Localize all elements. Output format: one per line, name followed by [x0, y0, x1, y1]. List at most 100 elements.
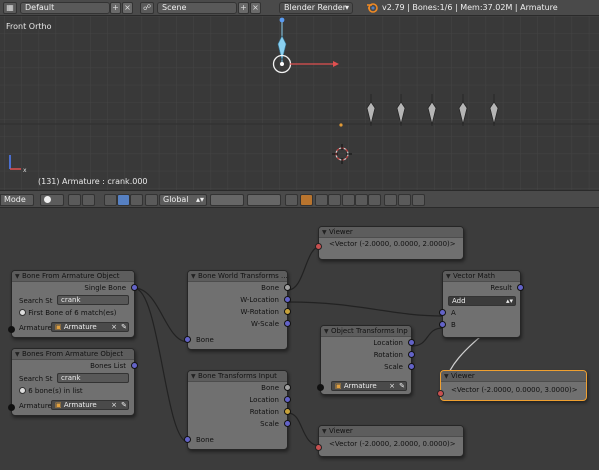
rotation-output-socket[interactable]: [284, 408, 291, 415]
collapse-arrow-icon[interactable]: ▼: [322, 426, 327, 436]
viewer-value: <Vector (-2.0000, 0.0000, 2.0000)>: [329, 240, 456, 248]
bone-input-socket[interactable]: [184, 336, 191, 343]
scene-icon[interactable]: ☍: [140, 2, 154, 14]
output-row-location: Location: [321, 337, 415, 349]
operation-value: Add: [452, 297, 466, 305]
orientation-selector[interactable]: Global ▴▾: [159, 194, 207, 206]
opengl-render-icon[interactable]: [368, 194, 381, 206]
editor-type-icon[interactable]: ▦: [3, 2, 17, 14]
clear-icon[interactable]: ×: [111, 401, 117, 409]
snap-element-icon[interactable]: [328, 194, 341, 206]
viewer-input-socket[interactable]: [315, 243, 322, 250]
collapse-arrow-icon[interactable]: ▼: [191, 371, 196, 381]
add-layout-button[interactable]: +: [110, 2, 121, 14]
armature-object-field[interactable]: ▣ Armature × ✎: [51, 322, 129, 332]
single-bone-output-socket[interactable]: [131, 284, 138, 291]
a-input-socket[interactable]: [439, 309, 446, 316]
collapse-arrow-icon[interactable]: ▼: [191, 271, 196, 281]
3d-viewport[interactable]: x Front Ortho (131) Armature : crank.000: [0, 16, 599, 190]
w-rotation-output-socket[interactable]: [284, 308, 291, 315]
scale-output-socket[interactable]: [408, 363, 415, 370]
w-scale-output-socket[interactable]: [284, 320, 291, 327]
collapse-arrow-icon[interactable]: ▼: [322, 227, 327, 237]
collapse-arrow-icon[interactable]: ▼: [446, 271, 451, 281]
scale-icon[interactable]: [130, 194, 143, 206]
node-title: Object Transforms Inp: [331, 327, 408, 335]
node-title: Vector Math: [453, 272, 496, 280]
collapse-arrow-icon[interactable]: ▼: [444, 371, 449, 381]
interaction-mode-selector[interactable]: Mode: [0, 194, 34, 206]
result-output-socket[interactable]: [517, 284, 524, 291]
snap-toggle-icon[interactable]: [315, 194, 328, 206]
extra-tool-icon-3[interactable]: [412, 194, 425, 206]
armature-object-field[interactable]: ▣ Armature × ✎: [51, 400, 129, 410]
render-animation-icon[interactable]: [355, 194, 368, 206]
node-editor[interactable]: ▼ Viewer <Vector (-2.0000, 0.0000, 2.0000…: [0, 208, 599, 470]
manipulator-toggle-icon[interactable]: [82, 194, 95, 206]
viewer-node-top[interactable]: ▼ Viewer <Vector (-2.0000, 0.0000, 2.0000…: [315, 226, 464, 260]
blender-logo-icon: [366, 2, 378, 14]
clear-icon[interactable]: ×: [111, 323, 117, 331]
shading-selector[interactable]: [40, 194, 64, 206]
bone-output-socket[interactable]: [284, 284, 291, 291]
rotation-output-socket[interactable]: [408, 351, 415, 358]
scale-output-socket[interactable]: [284, 420, 291, 427]
pivot-icon[interactable]: [68, 194, 81, 206]
translate-icon[interactable]: [104, 194, 117, 206]
node-title: Viewer: [329, 427, 353, 435]
armature-input-socket[interactable]: [8, 326, 15, 333]
collapse-arrow-icon[interactable]: ▼: [324, 326, 329, 336]
bones-from-armature-node[interactable]: ▼ Bones From Armature Object Bones List S…: [8, 348, 138, 416]
collapse-arrow-icon[interactable]: ▼: [15, 271, 20, 281]
extra-tool-icon-2[interactable]: [398, 194, 411, 206]
search-string-field[interactable]: crank: [57, 373, 129, 383]
remove-scene-button[interactable]: ×: [250, 2, 261, 14]
layout-selector[interactable]: Default: [20, 2, 110, 14]
transform-orientation-icon[interactable]: [145, 194, 158, 206]
extra-tool-icon-1[interactable]: [384, 194, 397, 206]
bone-world-transforms-node[interactable]: ▼ Bone World Transforms ... Bone W-Locati…: [184, 270, 291, 350]
eyedropper-icon[interactable]: ✎: [399, 382, 405, 390]
eyedropper-icon[interactable]: ✎: [121, 401, 127, 409]
scene-selector[interactable]: Scene: [157, 2, 237, 14]
object-field[interactable]: ▣ Armature × ✎: [331, 381, 407, 391]
viewer-node-right[interactable]: ▼ Viewer <Vector (-2.0000, 0.0000, 3.0000…: [437, 370, 587, 401]
vector-math-node[interactable]: ▼ Vector Math Result Add ▴▾ A B: [439, 270, 524, 338]
object-transforms-input-node[interactable]: ▼ Object Transforms Inp Location Rotation…: [317, 325, 415, 395]
bone-from-armature-node[interactable]: ▼ Bone From Armature Object Single Bone S…: [8, 270, 138, 338]
render-engine-selector[interactable]: Blender Render ▾: [279, 2, 353, 14]
rotate-icon[interactable]: [117, 194, 130, 206]
armature-label: Armature: [19, 324, 52, 332]
bone-input-socket[interactable]: [184, 436, 191, 443]
remove-layout-button[interactable]: ×: [122, 2, 133, 14]
armature-input-socket[interactable]: [8, 404, 15, 411]
output-row-location: Location: [188, 394, 291, 406]
bone-transforms-input-node[interactable]: ▼ Bone Transforms Input Bone Location Rot…: [184, 370, 291, 450]
eyedropper-icon[interactable]: ✎: [121, 323, 127, 331]
search-string-field[interactable]: crank: [57, 295, 129, 305]
render-icon[interactable]: [342, 194, 355, 206]
location-output-socket[interactable]: [408, 339, 415, 346]
location-output-socket[interactable]: [284, 396, 291, 403]
layer-buttons-1[interactable]: [210, 194, 244, 206]
w-location-output-socket[interactable]: [284, 296, 291, 303]
add-scene-button[interactable]: +: [238, 2, 249, 14]
b-input-socket[interactable]: [439, 321, 446, 328]
info-header: ▦ Default + × ☍ Scene + × Blender Render…: [0, 0, 599, 16]
collapse-arrow-icon[interactable]: ▼: [15, 349, 20, 359]
object-input-socket[interactable]: [317, 384, 324, 391]
clear-icon[interactable]: ×: [389, 382, 395, 390]
layer-buttons-2[interactable]: [247, 194, 281, 206]
viewer-input-socket[interactable]: [315, 444, 322, 451]
bone-output-socket[interactable]: [284, 384, 291, 391]
bones-list-output-socket[interactable]: [131, 362, 138, 369]
armature-object-icon: ▣: [55, 401, 62, 409]
operation-selector[interactable]: Add ▴▾: [448, 296, 516, 306]
proportional-edit-icon[interactable]: [300, 194, 313, 206]
viewer-node-bottom[interactable]: ▼ Viewer <Vector (-2.0000, 2.0000, 0.0000…: [315, 425, 464, 457]
output-row: Bones List: [12, 360, 138, 372]
lock-layers-icon[interactable]: [285, 194, 298, 206]
object-status: (131) Armature : crank.000: [38, 177, 148, 186]
viewer-input-socket[interactable]: [437, 390, 444, 397]
output-row-w-location: W-Location: [188, 294, 291, 306]
